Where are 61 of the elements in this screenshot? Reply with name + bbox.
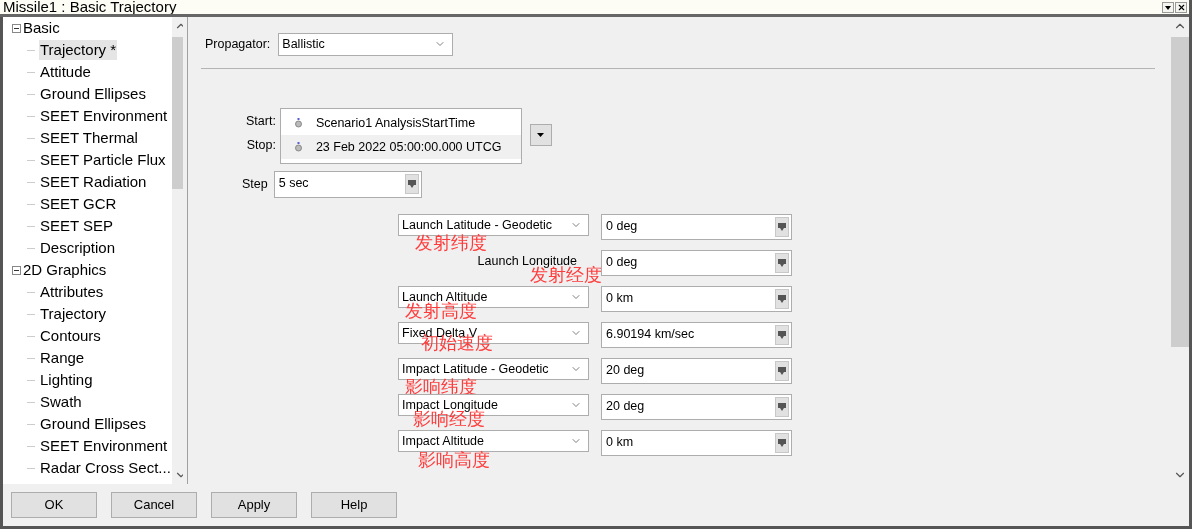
value-field[interactable]: 0 deg [601,250,792,276]
tree-item[interactable]: Trajectory * [39,40,118,60]
tree-item[interactable]: 2D Graphics [23,260,107,280]
caret-icon [537,133,545,137]
tree-item[interactable]: Attitude [39,62,92,82]
step-label: Step [242,176,268,194]
parameter-dropdown[interactable]: Impact Altitude [398,430,589,452]
stop-label: Stop: [246,137,276,154]
value-field[interactable]: 6.90194 km/sec [601,322,792,348]
keypad-icon[interactable] [775,361,789,381]
dialog-button[interactable]: OK [11,492,97,518]
keypad-icon[interactable] [775,325,789,345]
keypad-icon[interactable] [775,253,789,273]
value-field[interactable]: 0 km [601,430,792,456]
tree-item[interactable]: Contours [39,326,102,346]
keypad-icon[interactable] [775,433,789,453]
annotation: 发射纬度 [415,236,487,250]
value-field[interactable]: 20 deg [601,358,792,384]
start-label: Start: [246,113,276,130]
expander-icon[interactable] [12,23,21,33]
dialog-button[interactable]: Apply [211,492,297,518]
tree-item[interactable]: Trajectory [39,304,108,324]
value-field[interactable]: 20 deg [601,394,792,420]
annotation: 发射经度 [530,268,602,282]
tree-item[interactable]: SEET SEP [39,216,115,236]
menu-caret-icon[interactable] [1162,2,1174,13]
tree-item[interactable]: Radar Cross Sect... [39,458,172,478]
clock-icon [294,118,302,128]
tree-item[interactable]: Swath [39,392,83,412]
close-icon[interactable] [1175,2,1187,13]
dialog-button[interactable]: Cancel [111,492,197,518]
keypad-icon[interactable] [404,174,419,194]
tree-item[interactable]: SEET Environment [39,106,169,126]
tree-item[interactable]: SEET Thermal [39,128,139,148]
tree-item[interactable]: Ground Ellipses [39,84,147,104]
tree-item[interactable]: SEET GCR [39,194,118,214]
dialog-button[interactable]: Help [311,492,397,518]
tree-item[interactable]: Ground Ellipses [39,414,147,434]
propagator-dropdown[interactable]: Ballistic [278,32,454,56]
keypad-icon[interactable] [775,397,789,417]
keypad-icon[interactable] [775,217,789,237]
start-time[interactable]: Scenario1 AnalysisStartTime [315,113,476,133]
parameter-label: Launch Longitude [477,253,577,269]
tree-item[interactable]: SEET Particle Flux [39,150,167,170]
tree-item[interactable]: SEET Radiation [39,172,148,192]
step-field[interactable]: 5 sec [273,171,422,198]
expander-icon[interactable] [12,265,21,275]
tree-item[interactable]: Basic [23,18,60,38]
value-field[interactable]: 0 km [601,286,792,312]
tree-item[interactable]: Description [39,238,117,258]
time-interval-box[interactable]: Scenario1 AnalysisStartTime 23 Feb 2022 05:00:00.000 UTCG [279,108,522,164]
tree-item[interactable]: Attributes [39,282,105,302]
tree-item[interactable]: Range [39,348,86,368]
propagator-label: Propagator: [205,35,271,53]
annotation: 影响高度 [418,453,490,467]
clock-icon [294,142,302,152]
keypad-icon[interactable] [775,289,789,309]
value-field[interactable]: 0 deg [601,214,792,240]
tree-item[interactable]: Lighting [39,370,94,390]
tree-item[interactable]: SEET Environment [39,436,169,456]
interval-menu-button[interactable] [529,124,552,146]
